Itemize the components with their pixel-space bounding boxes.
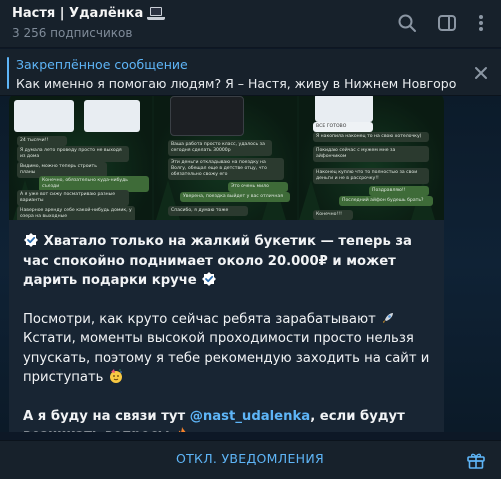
- photo-collage[interactable]: 24 тысячи!! Я думала лето проведу просто…: [9, 96, 444, 220]
- channel-title[interactable]: Настя | Удалёнка: [12, 6, 166, 21]
- chat-msg: Уверена, поездка выйдет у вас отличная: [180, 192, 290, 202]
- chat-msg: Я накопила наконец то на свою хотелочку): [313, 132, 429, 142]
- mute-button[interactable]: ОТКЛ. УВЕДОМЛЕНИЯ: [150, 451, 350, 466]
- chat-area[interactable]: 24 тысячи!! Я думала лето проведу просто…: [0, 96, 501, 432]
- search-icon[interactable]: [396, 12, 418, 34]
- post-line-1: Хватало только на жалкий букетик — тепер…: [23, 234, 412, 288]
- party-face-icon: [108, 368, 124, 384]
- pinned-title: Закреплённое сообщение: [16, 57, 188, 72]
- chat-msg: Конечно!!!: [313, 210, 353, 220]
- pinned-indicator: [7, 57, 9, 89]
- chat-msg: Покидаю сейчас с мужем мне за айфончиком: [313, 146, 429, 162]
- post-paragraph-3: А я буду на связи тут @nast_udalenka, ес…: [23, 407, 435, 432]
- chat-msg: 24 тысячи!!: [17, 136, 67, 146]
- gift-icon[interactable]: [465, 449, 487, 471]
- screenshot-right[interactable]: ВСЕ ГОТОВО Я накопила наконец то на свою…: [299, 96, 444, 220]
- message-bubble[interactable]: 24 тысячи!! Я думала лето проведу просто…: [9, 96, 444, 432]
- chat-msg: Спасибо, я думаю тоже: [168, 206, 248, 216]
- chat-msg: Наверное аренду себе какой-нибудь домик,…: [17, 206, 135, 220]
- screenshot-left[interactable]: 24 тысячи!! Я думала лето проведу просто…: [9, 96, 152, 220]
- screenshot-middle[interactable]: Ваша работа просто класс, удалось за сег…: [154, 96, 297, 220]
- post-line-2a: Посмотри, как круто сейчас ребята зараба…: [23, 311, 376, 327]
- chat-msg: Это очень мило: [228, 182, 288, 192]
- channel-title-text: Настя | Удалёнка: [12, 6, 144, 21]
- check-icon: [201, 271, 217, 287]
- chat-msg: А я уже вот сижу посматриваю разные вари…: [17, 190, 129, 206]
- chat-msg: ВСЕ ГОТОВО: [313, 122, 373, 132]
- chat-msg: Ваша работа просто класс, удалось за сег…: [168, 140, 272, 156]
- pinned-message[interactable]: Закреплённое сообщение Как именно я помо…: [0, 49, 501, 96]
- chat-msg: Поздравляю!!: [369, 186, 429, 196]
- post-paragraph-2: Посмотри, как круто сейчас ребята зараба…: [23, 310, 435, 388]
- chat-footer: ОТКЛ. УВЕДОМЛЕНИЯ: [0, 440, 501, 479]
- chat-msg: Я думала лето проведу просто не выходя и…: [17, 146, 129, 162]
- post-paragraph-1: Хватало только на жалкий букетик — тепер…: [23, 232, 435, 291]
- chat-msg: Эти деньги откладываю на поездку на Волг…: [168, 158, 284, 180]
- post-text: Хватало только на жалкий букетик — тепер…: [23, 232, 435, 432]
- rocket-icon: [380, 310, 396, 326]
- post-line-3-prefix: А я буду на связи тут: [23, 408, 190, 424]
- close-icon[interactable]: [471, 63, 491, 83]
- chat-msg: Последний айфон будешь брать?: [339, 196, 433, 206]
- channel-link[interactable]: @nast_udalenka: [190, 409, 310, 424]
- subscriber-count: 3 256 подписчиков: [12, 26, 133, 40]
- chat-msg: Наконец куплю что то полностью за свои д…: [313, 168, 429, 184]
- laptop-icon: [147, 6, 166, 21]
- chat-header: Настя | Удалёнка 3 256 подписчиков: [0, 0, 501, 48]
- sidebar-icon[interactable]: [436, 12, 458, 34]
- check-icon: [23, 232, 39, 248]
- fire-icon: [174, 426, 190, 432]
- more-icon[interactable]: [470, 12, 492, 34]
- post-line-2b: Кстати, моменты высокой проходимости про…: [23, 331, 430, 385]
- pinned-text: Как именно я помогаю людям? Я – Настя, ж…: [16, 76, 456, 91]
